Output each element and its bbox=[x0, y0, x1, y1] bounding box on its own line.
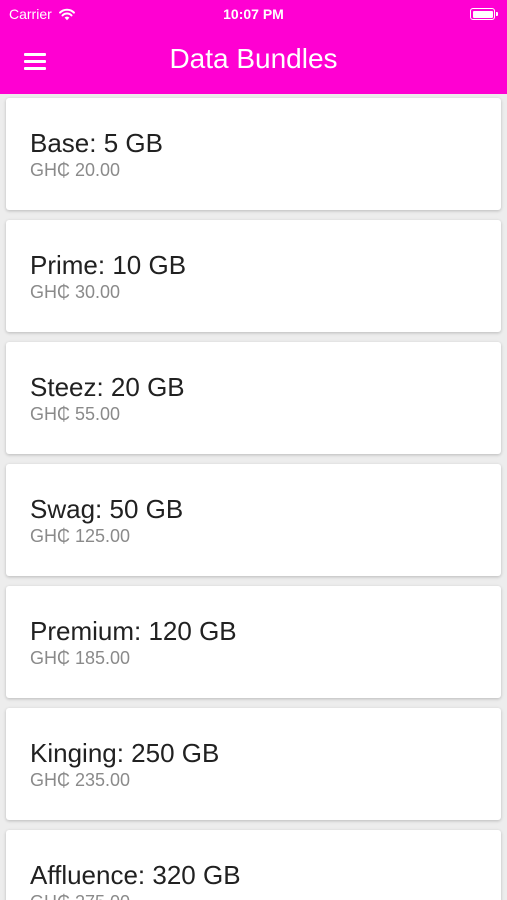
status-time: 10:07 PM bbox=[223, 6, 284, 22]
battery-terminal bbox=[496, 12, 498, 16]
bundle-price: GH₵ 275.00 bbox=[30, 892, 130, 900]
bundle-price: GH₵ 30.00 bbox=[30, 282, 121, 302]
bundle-name: Swag: 50 GB bbox=[30, 494, 184, 524]
bundle-price: GH₵ 235.00 bbox=[30, 770, 131, 790]
bundle-name: Base: 5 GB bbox=[30, 128, 163, 158]
bundle-card[interactable]: Kinging: 250 GB GH₵ 235.00 bbox=[6, 708, 501, 820]
bundle-name: Kinging: 250 GB bbox=[30, 738, 220, 768]
bundle-name: Prime: 10 GB bbox=[30, 250, 187, 280]
navigation-bar: Data Bundles bbox=[0, 28, 507, 94]
bundle-card[interactable]: Affluence: 320 GB GH₵ 275.00 bbox=[6, 830, 501, 900]
battery-icon bbox=[470, 8, 498, 20]
bundle-price: GH₵ 55.00 bbox=[30, 404, 121, 424]
bundle-card[interactable]: Base: 5 GB GH₵ 20.00 bbox=[6, 98, 501, 210]
status-bar: Carrier 10:07 PM bbox=[0, 0, 507, 28]
bundle-price: GH₵ 20.00 bbox=[30, 160, 121, 180]
page-title: Data Bundles bbox=[169, 43, 338, 74]
bundle-name: Steez: 20 GB bbox=[30, 372, 185, 402]
bundle-card[interactable]: Steez: 20 GB GH₵ 55.00 bbox=[6, 342, 501, 454]
bundle-name: Premium: 120 GB bbox=[30, 616, 237, 646]
bundle-card[interactable]: Premium: 120 GB GH₵ 185.00 bbox=[6, 586, 501, 698]
battery-level bbox=[472, 10, 493, 18]
bundle-price: GH₵ 125.00 bbox=[30, 526, 131, 546]
bundle-list[interactable]: Base: 5 GB GH₵ 20.00 Prime: 10 GB GH₵ 30… bbox=[0, 94, 507, 900]
bundle-card[interactable]: Swag: 50 GB GH₵ 125.00 bbox=[6, 464, 501, 576]
bundle-name: Affluence: 320 GB bbox=[30, 860, 241, 890]
app-header: Carrier 10:07 PM Data Bundles bbox=[0, 0, 507, 94]
bundle-card[interactable]: Prime: 10 GB GH₵ 30.00 bbox=[6, 220, 501, 332]
bundle-price: GH₵ 185.00 bbox=[30, 648, 131, 668]
